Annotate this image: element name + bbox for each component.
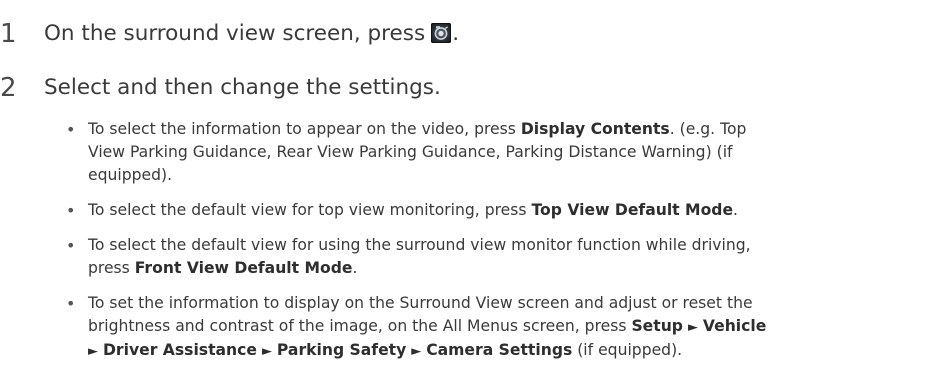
camera-settings-label: Camera Settings [426,341,573,359]
step-text: On the surround view screen, press . [44,18,459,50]
vehicle-label: Vehicle [702,317,767,335]
bullet-text: . [733,201,738,219]
bullet-text: equipped). [88,166,173,184]
bullet-top-view-default-mode: • To select the default view for top vie… [66,199,932,222]
top-view-default-mode-label: Top View Default Mode [531,201,734,219]
front-view-default-mode-label: Front View Default Mode [134,259,353,277]
bullet-text: (if equipped). [572,341,683,359]
driver-assistance-label: Driver Assistance [102,341,257,359]
bullet-text: To select the default view for using the… [88,236,751,254]
bullet-text: To set the information to display on the… [88,294,753,312]
setup-label: Setup [631,317,683,335]
step-text: Select and then change the settings. [44,75,441,100]
bullet-dot: • [66,201,76,220]
arrow-right-icon: ► [88,344,98,359]
bullet-text: brightness and contrast of the image, on… [88,317,632,335]
arrow-right-icon: ► [411,344,422,359]
arrow-right-icon: ► [687,320,698,335]
bullet-text: View Parking Guidance, Rear View Parking… [88,143,733,161]
bullet-dot: • [66,236,76,255]
settings-bullet-list: • To select the information to appear on… [66,118,932,375]
bullet-display-contents: • To select the information to appear on… [66,118,932,187]
bullet-text: To select the information to appear on t… [88,120,521,138]
camera-settings-icon [431,23,452,43]
bullet-dot: • [66,120,76,139]
bullet-dot: • [66,294,76,313]
bullet-text: . [352,259,358,277]
bullet-front-view-default-mode: • To select the default view for using t… [66,234,932,280]
arrow-right-icon: ► [261,344,272,359]
bullet-text: press [88,259,135,277]
parking-safety-label: Parking Safety [276,341,407,359]
step-number: 1 [0,19,17,49]
step-number: 2 [0,73,17,103]
step-1-text-before: On the surround view screen, press [44,21,426,46]
bullet-camera-settings: • To set the information to display on t… [66,292,932,363]
step-1-text-after: . [452,21,460,46]
bullet-text: To select the default view for top view … [88,201,532,219]
bullet-text: . (e.g. Top [669,120,747,138]
display-contents-label: Display Contents [520,120,670,138]
